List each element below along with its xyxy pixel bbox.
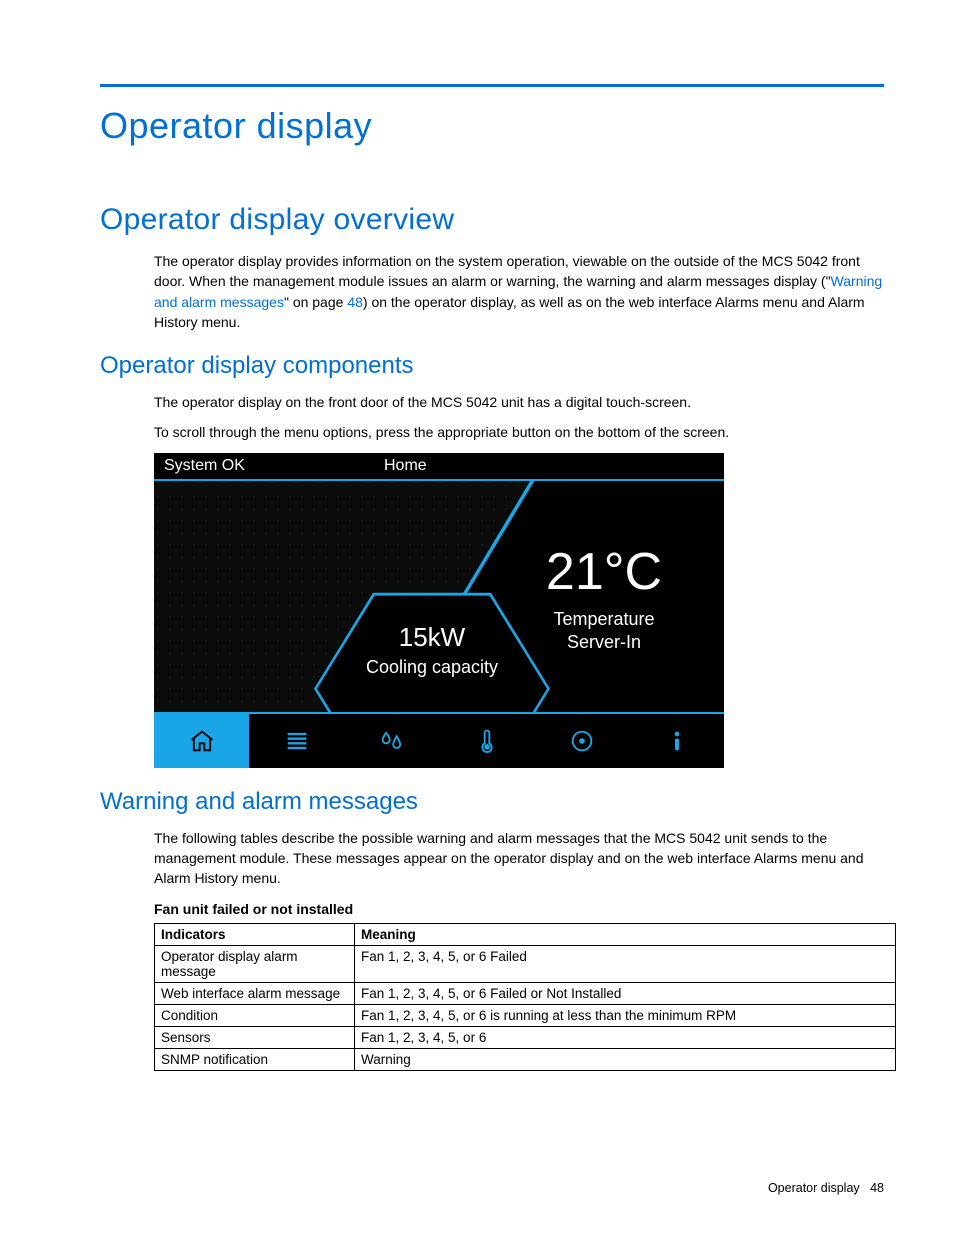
cell: Fan 1, 2, 3, 4, 5, or 6 is running at le…	[355, 1004, 896, 1026]
temperature-label-2: Server-In	[567, 632, 641, 652]
warning-intro-paragraph: The following tables describe the possib…	[154, 828, 884, 889]
temperature-value: 21°C	[546, 542, 662, 602]
overview-text-mid: " on page	[284, 294, 347, 310]
temperature-label-1: Temperature	[553, 609, 654, 629]
nav-menu-button[interactable]	[249, 714, 344, 768]
table-row: ConditionFan 1, 2, 3, 4, 5, or 6 is runn…	[155, 1004, 896, 1026]
touchscreen-screen-title: Home	[384, 457, 494, 475]
footer-section: Operator display	[768, 1181, 860, 1195]
thermometer-icon	[473, 727, 501, 755]
droplets-icon	[378, 727, 406, 755]
menu-icon	[283, 727, 311, 755]
cell: Web interface alarm message	[155, 982, 355, 1004]
nav-temperature-button[interactable]	[439, 714, 534, 768]
cell: Fan 1, 2, 3, 4, 5, or 6 Failed	[355, 945, 896, 982]
cell: SNMP notification	[155, 1048, 355, 1070]
circle-dot-icon	[568, 727, 596, 755]
cell: Fan 1, 2, 3, 4, 5, or 6	[355, 1026, 896, 1048]
page-footer: Operator display 48	[768, 1181, 884, 1195]
info-icon	[663, 727, 691, 755]
footer-page-number: 48	[870, 1181, 884, 1195]
alarm-table: Indicators Meaning Operator display alar…	[154, 923, 896, 1071]
table-header-indicators: Indicators	[155, 923, 355, 945]
top-rule	[100, 84, 884, 87]
page-ref-link[interactable]: 48	[347, 294, 363, 310]
overview-paragraph: The operator display provides informatio…	[154, 251, 884, 332]
page-title-h1: Operator display	[100, 105, 884, 147]
table-header-meaning: Meaning	[355, 923, 896, 945]
cooling-value: 15kW	[399, 622, 465, 653]
cell: Operator display alarm message	[155, 945, 355, 982]
cell: Condition	[155, 1004, 355, 1026]
cell: Sensors	[155, 1026, 355, 1048]
home-icon	[188, 727, 216, 755]
nav-record-button[interactable]	[534, 714, 629, 768]
overview-text-pre: The operator display provides informatio…	[154, 253, 860, 289]
components-paragraph-2: To scroll through the menu options, pres…	[154, 422, 884, 442]
cooling-label: Cooling capacity	[366, 657, 498, 678]
section-components-h3: Operator display components	[100, 352, 884, 380]
section-warning-h3: Warning and alarm messages	[100, 788, 884, 816]
components-paragraph-1: The operator display on the front door o…	[154, 392, 884, 412]
table-row: SensorsFan 1, 2, 3, 4, 5, or 6	[155, 1026, 896, 1048]
table-caption: Fan unit failed or not installed	[154, 901, 884, 917]
table-row: Web interface alarm messageFan 1, 2, 3, …	[155, 982, 896, 1004]
nav-info-button[interactable]	[629, 714, 724, 768]
touchscreen-mockup: System OK Home 21°C Temperature Server-I…	[154, 453, 724, 768]
table-row: Operator display alarm messageFan 1, 2, …	[155, 945, 896, 982]
table-row: SNMP notificationWarning	[155, 1048, 896, 1070]
nav-humidity-button[interactable]	[344, 714, 439, 768]
touchscreen-status: System OK	[164, 457, 384, 475]
nav-home-button[interactable]	[154, 714, 249, 768]
section-overview-h2: Operator display overview	[100, 203, 884, 237]
cell: Fan 1, 2, 3, 4, 5, or 6 Failed or Not In…	[355, 982, 896, 1004]
cell: Warning	[355, 1048, 896, 1070]
